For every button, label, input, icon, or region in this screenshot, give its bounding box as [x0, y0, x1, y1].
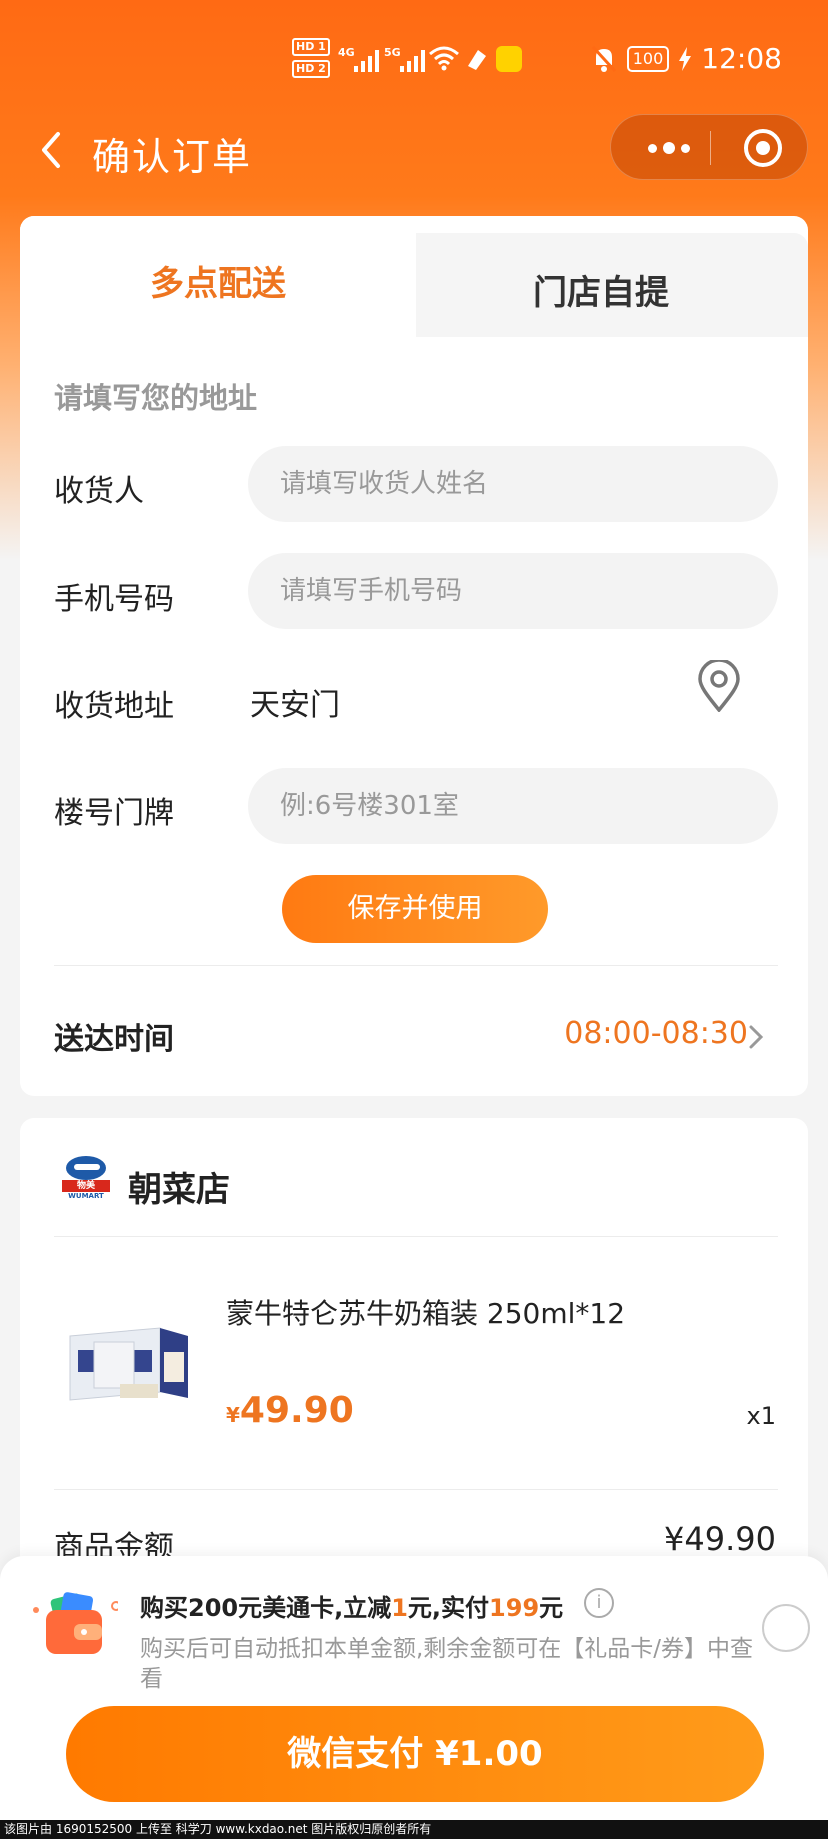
wifi-icon — [429, 46, 459, 71]
address-value[interactable]: 天安门 — [250, 680, 340, 724]
divider — [54, 1489, 778, 1490]
logo-en-text: WUMART — [68, 1192, 104, 1200]
app-notification-icon — [496, 46, 522, 72]
address-hint: 请填写您的地址 — [54, 381, 258, 415]
delivery-time-label: 送达时间 — [54, 1022, 174, 1057]
address-card — [20, 216, 808, 1096]
watermark-footer: 该图片由 1690152500 上传至 科学刀 www.kxdao.net 图片… — [0, 1820, 828, 1839]
clock: 12:08 — [701, 42, 782, 75]
phone-label: 手机号码 — [54, 582, 174, 617]
address-label: 收货地址 — [54, 689, 174, 724]
mini-program-capsule — [610, 114, 808, 180]
mute-bell-icon — [591, 45, 616, 72]
wechat-pay-button[interactable]: 微信支付 ¥1.00 — [66, 1706, 764, 1802]
info-icon[interactable]: i — [584, 1588, 614, 1618]
nav-bar: 确认订单 — [0, 110, 828, 190]
chevron-right-icon[interactable] — [748, 1024, 764, 1050]
promo-title-part: 元 — [539, 1594, 564, 1622]
divider — [54, 965, 778, 966]
hd-indicator: HD 1 HD 2 — [292, 38, 330, 82]
location-pin-icon[interactable] — [696, 660, 742, 712]
save-and-use-button[interactable]: 保存并使用 — [282, 875, 548, 943]
receiver-name-input[interactable]: 请填写收货人姓名 — [248, 446, 778, 522]
building-label: 楼号门牌 — [54, 796, 174, 831]
capsule-divider — [710, 131, 711, 165]
building-input[interactable]: 例:6号楼301室 — [248, 768, 778, 844]
tab-multi-delivery[interactable]: 多点配送 — [20, 216, 416, 338]
page-title: 确认订单 — [92, 135, 253, 179]
promo-select-radio[interactable] — [762, 1604, 810, 1652]
delivery-time-value[interactable]: 08:00-08:30 — [564, 1016, 748, 1051]
divider — [54, 1236, 778, 1237]
status-right: 100 12:08 — [591, 42, 782, 75]
price-currency: ¥ — [226, 1403, 240, 1427]
tab-store-pickup-label: 门店自提 — [533, 273, 669, 313]
target-icon[interactable] — [744, 129, 782, 167]
hd1-badge: HD 1 — [292, 38, 330, 56]
wallet-icon — [33, 1592, 118, 1654]
nfc-icon — [468, 50, 486, 70]
promo-discount: 1 — [391, 1594, 408, 1622]
wumart-logo: 物美 WUMART — [62, 1156, 110, 1200]
signal-bars-icon — [354, 48, 379, 72]
charging-icon — [679, 46, 692, 71]
promo-title-part: 元,实付 — [407, 1594, 490, 1622]
signal-4g-label: 4G — [338, 46, 355, 59]
signal-5g-label: 5G — [384, 46, 401, 59]
back-icon[interactable] — [34, 130, 74, 170]
promo-description: 购买后可自动抵扣本单金额,剩余金额可在【礼品卡/券】中查看 — [140, 1636, 754, 1692]
promo-actual-pay: 199 — [489, 1594, 540, 1622]
receiver-label: 收货人 — [54, 474, 144, 509]
logo-cn-text: 物美 — [62, 1180, 110, 1192]
tab-multi-delivery-label: 多点配送 — [150, 264, 286, 304]
hd2-badge: HD 2 — [292, 60, 330, 78]
product-name: 蒙牛特仑苏牛奶箱装 250ml*12 — [226, 1297, 626, 1330]
price-number: 49.90 — [239, 1390, 354, 1431]
phone-input[interactable]: 请填写手机号码 — [248, 553, 778, 629]
status-bar: HD 1 HD 2 4G 5G 100 12:08 — [0, 0, 828, 110]
signal-bars-icon — [400, 48, 425, 72]
product-price: ¥49.90 — [226, 1390, 354, 1431]
promo-title-part: 购买 — [140, 1594, 188, 1622]
more-icon[interactable] — [639, 115, 699, 181]
promo-title: 购买200元美通卡,立减1元,实付199元 — [140, 1588, 563, 1623]
promo-title-part: 200元美通卡,立减 — [188, 1594, 392, 1622]
tab-store-pickup[interactable]: 门店自提 — [394, 233, 808, 337]
product-image[interactable] — [64, 1322, 194, 1406]
battery-icon: 100 — [626, 45, 670, 72]
product-quantity: x1 — [746, 1402, 776, 1430]
store-name: 朝菜店 — [128, 1170, 230, 1210]
subtotal-value: ¥49.90 — [664, 1520, 776, 1558]
